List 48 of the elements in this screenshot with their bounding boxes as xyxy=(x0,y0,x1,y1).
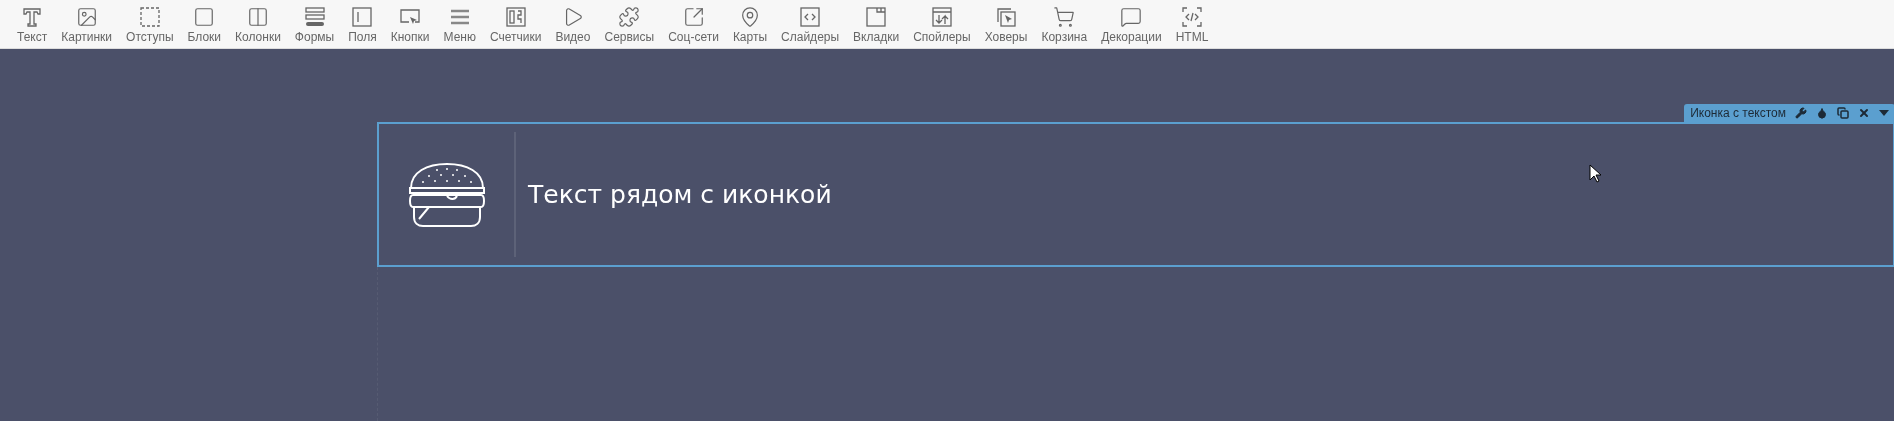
toolbar-button[interactable]: Меню xyxy=(436,0,483,43)
code-square-icon xyxy=(799,6,822,28)
image-icon xyxy=(75,6,98,28)
toolbar-button[interactable]: Сервисы xyxy=(597,0,662,43)
block-text: Текст рядом с иконкой xyxy=(528,178,832,211)
copy-icon[interactable] xyxy=(1837,107,1849,119)
element-label: Иконка с текстом xyxy=(1690,105,1786,122)
speech-bubble-icon xyxy=(1120,6,1143,28)
caret-icon[interactable] xyxy=(1879,110,1889,116)
columns-icon xyxy=(246,6,269,28)
puzzle-icon xyxy=(618,6,641,28)
toolbar-button[interactable]: Спойлеры xyxy=(906,0,978,43)
letter-t-icon xyxy=(21,6,44,28)
toolbar-button[interactable]: Картинки xyxy=(54,0,120,43)
close-icon[interactable] xyxy=(1858,107,1870,119)
square-icon xyxy=(193,6,216,28)
dashed-square-icon xyxy=(138,6,161,28)
toolbar-button[interactable]: Корзина xyxy=(1034,0,1095,43)
counter-icon xyxy=(504,6,527,28)
toolbar-button[interactable]: Карты xyxy=(725,0,775,43)
droplet-icon[interactable] xyxy=(1816,107,1828,119)
toolbar-button[interactable]: Текст xyxy=(10,0,55,43)
mouse-cursor-icon xyxy=(1589,164,1601,183)
toolbar-button[interactable]: Кнопки xyxy=(383,0,437,43)
toolbar-button[interactable]: Соц-сети xyxy=(661,0,726,43)
burger-icon xyxy=(406,161,487,228)
toolbar-button[interactable]: Отступы xyxy=(119,0,181,43)
spoiler-icon xyxy=(930,6,953,28)
toolbar-button[interactable]: Счетчики xyxy=(482,0,549,43)
selected-block[interactable]: Текст рядом с иконкой xyxy=(377,122,1894,267)
toolbar-button[interactable]: Поля xyxy=(341,0,384,43)
toolbar-button[interactable]: Формы xyxy=(287,0,342,43)
toolbar-button[interactable]: Ховеры xyxy=(977,0,1035,43)
layered-cursor-icon xyxy=(995,6,1018,28)
toolbar-button[interactable]: Слайдеры xyxy=(774,0,847,43)
toolbar-button[interactable]: Видео xyxy=(548,0,598,43)
toolbar-button[interactable]: HTML xyxy=(1168,0,1216,43)
toolbar-button[interactable]: Вкладки xyxy=(846,0,907,43)
field-icon xyxy=(351,6,374,28)
code-icon xyxy=(1180,6,1203,28)
toolbar-button[interactable]: Колонки xyxy=(228,0,288,43)
external-link-icon xyxy=(682,6,705,28)
wrench-icon[interactable] xyxy=(1795,107,1807,119)
cart-icon xyxy=(1053,6,1076,28)
form-icon xyxy=(303,6,326,28)
tabs-icon xyxy=(865,6,888,28)
toolbar-button[interactable]: Декорации xyxy=(1094,0,1169,43)
toolbar-button[interactable]: Блоки xyxy=(180,0,229,43)
